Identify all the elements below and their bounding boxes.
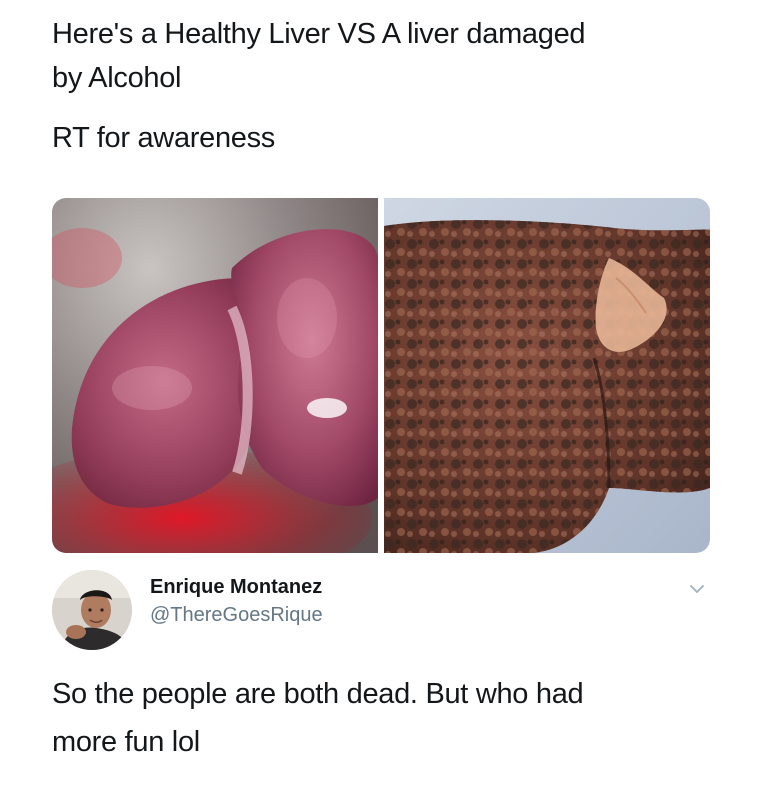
reply-text-line: more fun lol [52,726,200,758]
author-handle[interactable]: @ThereGoesRique [150,604,323,627]
tweet-text: Here's a Healthy Liver VS A liver damage… [52,12,702,160]
reply-header: Enrique Montanez @ThereGoesRique [52,570,712,650]
damaged-liver-photo[interactable] [384,198,710,553]
tweet-text-line: RT for awareness [52,122,276,154]
reply-text-line: So the people are both dead. But who had [52,678,584,710]
tweet-text-line: Here's a Healthy Liver VS A liver damage… [52,18,586,50]
reply-text: So the people are both dead. But who had… [52,670,712,766]
healthy-liver-photo[interactable] [52,198,378,553]
tweet-media[interactable] [52,198,710,553]
chevron-down-icon[interactable] [686,578,708,600]
tweet-text-line: by Alcohol [52,62,182,94]
avatar[interactable] [52,570,132,650]
author-name[interactable]: Enrique Montanez [150,576,322,599]
